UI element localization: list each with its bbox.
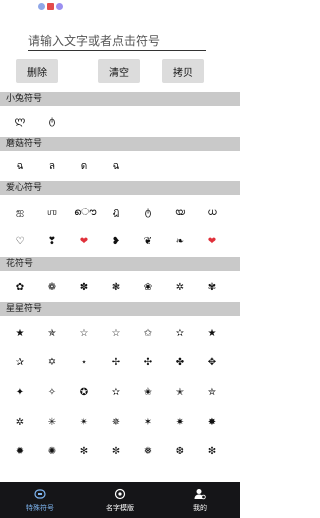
symbol-item[interactable]: ♡ — [10, 236, 30, 248]
symbol-item[interactable]: ✯ — [42, 328, 62, 340]
symbol-item[interactable]: ✬ — [138, 387, 158, 399]
symbol-item[interactable]: ✾ — [202, 282, 222, 294]
symbol-item[interactable]: ล — [42, 161, 62, 173]
symbol-item[interactable]: ✣ — [138, 357, 158, 369]
symbol-item[interactable]: ✪ — [74, 387, 94, 399]
symbol-item[interactable]: ✧ — [42, 387, 62, 399]
symbol-item[interactable]: ✭ — [170, 387, 190, 399]
symbol-item[interactable]: ❧ — [170, 236, 190, 248]
symbol-item[interactable]: ❤ — [74, 236, 94, 248]
section-header-mushroom: 蘑菇符号 — [0, 137, 240, 151]
symbol-item[interactable]: ✻ — [74, 446, 94, 458]
tab-label: 我的 — [193, 503, 207, 512]
symbol-item[interactable]: ൌ — [74, 207, 96, 219]
symbol-item[interactable]: ❣ — [42, 236, 62, 248]
symbol-item[interactable]: ❅ — [138, 446, 158, 458]
symbol-item[interactable]: ✿ — [10, 282, 30, 294]
symbol-item[interactable]: ☆ — [74, 328, 94, 340]
symbol-item[interactable]: ✹ — [10, 446, 30, 458]
symbol-item[interactable]: ✰ — [10, 357, 30, 369]
symbol-item[interactable]: ✴ — [74, 417, 94, 429]
symbol-item[interactable]: ฉ — [10, 161, 30, 173]
symbol-item[interactable]: ✽ — [74, 282, 94, 294]
symbol-item[interactable]: ✫ — [106, 387, 126, 399]
symbol-item[interactable]: ✤ — [170, 357, 190, 369]
symbol-item[interactable]: ✺ — [42, 446, 62, 458]
symbol-item[interactable]: ฎ — [106, 207, 126, 219]
symbol-item[interactable]: ტ — [42, 116, 62, 128]
symbol-item[interactable]: ✲ — [170, 282, 190, 294]
tab-name-templates[interactable]: 名字模版 — [80, 482, 160, 518]
symbol-item[interactable]: ✮ — [202, 387, 222, 399]
symbol-item[interactable]: ⋆ — [74, 357, 94, 369]
symbol-item[interactable]: ☆ — [106, 328, 126, 340]
symbol-item[interactable]: ❀ — [138, 282, 158, 294]
symbol-item[interactable]: ✢ — [106, 357, 126, 369]
section-header-star: 星星符号 — [0, 302, 240, 316]
symbol-input[interactable] — [28, 32, 206, 50]
status-icon — [38, 3, 45, 10]
symbol-input-wrap — [28, 30, 206, 51]
tab-label: 名字模版 — [106, 503, 134, 512]
status-icon — [47, 3, 54, 10]
symbol-item[interactable]: ❥ — [106, 236, 126, 248]
symbol-item[interactable]: ❆ — [170, 446, 190, 458]
delete-button[interactable]: 删除 — [16, 59, 58, 83]
symbol-item[interactable]: ❁ — [42, 282, 62, 294]
tab-label: 特殊符号 — [26, 503, 54, 512]
symbol-item[interactable]: ✷ — [170, 417, 190, 429]
symbol-item[interactable]: ஶ — [42, 207, 62, 219]
tab-special-symbols[interactable]: 特殊符号 — [0, 482, 80, 518]
symbol-item[interactable]: ✥ — [202, 357, 222, 369]
symbols-tab-icon — [34, 488, 46, 499]
user-icon — [194, 488, 206, 499]
section-header-rabbit: 小兔符号 — [0, 92, 240, 106]
symbol-item[interactable]: ტ — [138, 207, 158, 219]
symbol-item[interactable]: ★ — [202, 328, 222, 340]
symbol-item[interactable]: ★ — [10, 328, 30, 340]
symbol-item[interactable]: ✶ — [138, 417, 158, 429]
symbol-item[interactable]: ❤ — [202, 236, 222, 248]
symbol-item[interactable]: ✵ — [106, 417, 126, 429]
symbol-item[interactable]: ✩ — [138, 328, 158, 340]
symbol-item[interactable]: ✦ — [10, 387, 30, 399]
symbol-item[interactable]: ฉ — [106, 161, 126, 173]
symbol-item[interactable]: ✼ — [106, 446, 126, 458]
symbol-item[interactable]: ✸ — [202, 417, 222, 429]
symbol-item[interactable]: ด — [74, 161, 94, 173]
section-header-love: 爱心符号 — [0, 181, 240, 195]
symbol-item[interactable]: ✡ — [42, 357, 62, 369]
symbol-item[interactable]: ✫ — [170, 328, 190, 340]
symbol-item[interactable]: ❦ — [138, 236, 158, 248]
clear-button[interactable]: 清空 — [98, 59, 140, 83]
bottom-nav: 特殊符号 名字模版 我的 — [0, 482, 240, 518]
symbol-item[interactable]: ✲ — [10, 417, 30, 429]
symbol-item[interactable]: ლ — [10, 116, 30, 128]
copy-button[interactable]: 拷贝 — [162, 59, 204, 83]
symbol-item[interactable]: യ — [170, 207, 190, 219]
status-bar-icons — [38, 3, 63, 10]
status-icon — [56, 3, 63, 10]
template-tab-icon — [114, 488, 126, 499]
action-buttons: 删除 清空 拷贝 — [0, 59, 240, 83]
symbol-item[interactable]: ✳ — [42, 417, 62, 429]
section-header-flower: 花符号 — [0, 257, 240, 271]
symbol-item[interactable]: ஐ — [10, 207, 30, 219]
symbol-item[interactable]: ❇ — [202, 446, 222, 458]
symbol-item[interactable]: ധ — [202, 207, 222, 219]
symbol-item[interactable]: ❃ — [106, 282, 126, 294]
tab-mine[interactable]: 我的 — [160, 482, 240, 518]
